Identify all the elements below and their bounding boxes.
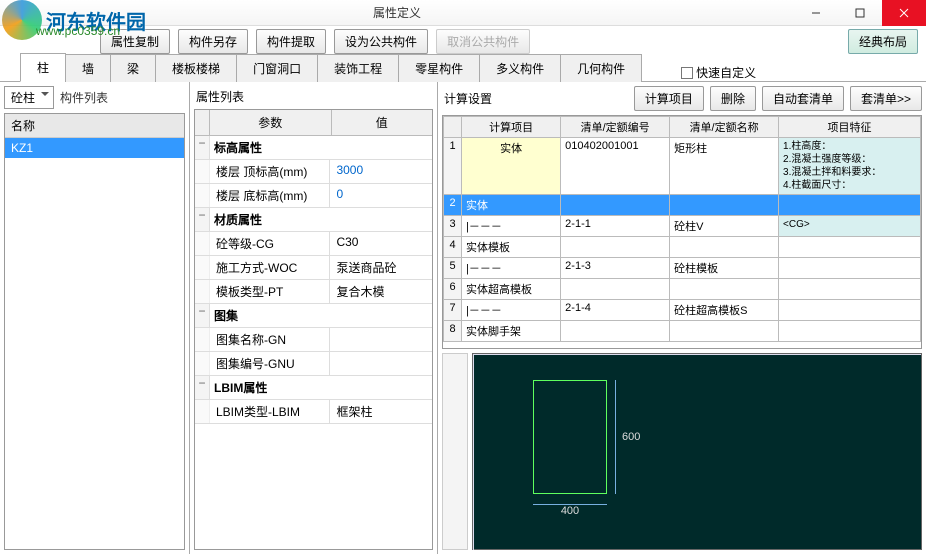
tab-0[interactable]: 柱 <box>20 53 66 82</box>
property-group[interactable]: −图集 <box>195 304 432 328</box>
collapse-icon[interactable]: − <box>195 376 210 399</box>
table-row[interactable]: 1实体010402001001矩形柱1.柱高度： 2.混凝土强度等级： 3.混凝… <box>444 138 921 195</box>
tab-1[interactable]: 墙 <box>65 54 111 82</box>
dimension-width: 400 <box>533 504 607 517</box>
component-list[interactable]: 名称 KZ1 <box>4 113 185 550</box>
auto-bill-button[interactable]: 自动套清单 <box>762 86 844 111</box>
property-row[interactable]: 图集编号-GNU <box>195 352 432 376</box>
tab-2[interactable]: 梁 <box>110 54 156 82</box>
close-button[interactable] <box>882 0 926 26</box>
property-group[interactable]: −材质属性 <box>195 208 432 232</box>
section-rect <box>533 380 607 494</box>
dimension-height: 600 <box>615 380 640 494</box>
table-row[interactable]: 7|－－－2-1-4砼柱超高模板S <box>444 300 921 321</box>
property-panel: 属性列表 参数 值 −标高属性楼层 顶标高(mm)3000楼层 底标高(mm)0… <box>190 82 438 554</box>
property-row[interactable]: 模板类型-PT复合木模 <box>195 280 432 304</box>
tab-bar: 柱墙梁楼板楼梯门窗洞口装饰工程零星构件多义构件几何构件 快速自定义 <box>0 56 926 82</box>
list-item[interactable]: KZ1 <box>5 138 184 158</box>
toolbar: 属性复制 构件另存 构件提取 设为公共构件 取消公共构件 经典布局 <box>0 26 926 56</box>
property-row[interactable]: 楼层 顶标高(mm)3000 <box>195 160 432 184</box>
tab-6[interactable]: 零星构件 <box>398 54 480 82</box>
column-header[interactable]: 项目特征 <box>779 117 921 138</box>
property-grid[interactable]: 参数 值 −标高属性楼层 顶标高(mm)3000楼层 底标高(mm)0−材质属性… <box>194 109 433 550</box>
property-row[interactable]: LBIM类型-LBIM框架柱 <box>195 400 432 424</box>
table-row[interactable]: 2实体 <box>444 195 921 216</box>
collapse-icon[interactable]: − <box>195 136 210 159</box>
tab-8[interactable]: 几何构件 <box>560 54 642 82</box>
tab-3[interactable]: 楼板楼梯 <box>155 54 237 82</box>
property-group[interactable]: −标高属性 <box>195 136 432 160</box>
minimize-button[interactable] <box>794 0 838 26</box>
table-row[interactable]: 8实体脚手架 <box>444 321 921 342</box>
title-bar: 属性定义 <box>0 0 926 26</box>
bill-button[interactable]: 套清单>> <box>850 86 922 111</box>
property-row[interactable]: 图集名称-GN <box>195 328 432 352</box>
property-row[interactable]: 施工方式-WOC泵送商品砼 <box>195 256 432 280</box>
component-type-combo[interactable]: 砼柱 <box>4 86 54 109</box>
tab-7[interactable]: 多义构件 <box>479 54 561 82</box>
table-row[interactable]: 5|－－－2-1-3砼柱模板 <box>444 258 921 279</box>
list-header: 名称 <box>5 114 184 138</box>
tab-5[interactable]: 装饰工程 <box>317 54 399 82</box>
maximize-button[interactable] <box>838 0 882 26</box>
quick-custom-label: 快速自定义 <box>696 64 756 81</box>
set-public-button[interactable]: 设为公共构件 <box>334 29 428 54</box>
column-header[interactable]: 计算项目 <box>462 117 561 138</box>
extract-component-button[interactable]: 构件提取 <box>256 29 326 54</box>
table-row[interactable]: 3|－－－2-1-1砼柱V<CG> <box>444 216 921 237</box>
calc-grid[interactable]: 计算项目清单/定额编号清单/定额名称项目特征 1实体010402001001矩形… <box>442 115 922 349</box>
window-title: 属性定义 <box>0 4 794 21</box>
column-header[interactable]: 清单/定额名称 <box>670 117 779 138</box>
calc-item-button[interactable]: 计算项目 <box>634 86 704 111</box>
component-list-label: 构件列表 <box>60 89 108 106</box>
right-panel: 计算设置 计算项目 删除 自动套清单 套清单>> 计算项目清单/定额编号清单/定… <box>438 82 926 554</box>
column-header[interactable] <box>444 117 462 138</box>
property-row[interactable]: 楼层 底标高(mm)0 <box>195 184 432 208</box>
save-component-button[interactable]: 构件另存 <box>178 29 248 54</box>
preview-toolbar[interactable] <box>442 353 468 550</box>
table-row[interactable]: 6实体超高模板 <box>444 279 921 300</box>
preview-canvas[interactable]: 400 600 <box>472 353 922 550</box>
copy-attr-button[interactable]: 属性复制 <box>100 29 170 54</box>
classic-layout-button[interactable]: 经典布局 <box>848 29 918 54</box>
tab-4[interactable]: 门窗洞口 <box>236 54 318 82</box>
collapse-icon[interactable]: − <box>195 208 210 231</box>
collapse-icon[interactable]: − <box>195 304 210 327</box>
property-title: 属性列表 <box>194 86 433 109</box>
column-header[interactable]: 清单/定额编号 <box>561 117 670 138</box>
table-row[interactable]: 4实体模板 <box>444 237 921 258</box>
delete-button[interactable]: 删除 <box>710 86 756 111</box>
calc-title: 计算设置 <box>442 90 628 107</box>
left-panel: 砼柱 构件列表 名称 KZ1 <box>0 82 190 554</box>
cancel-public-button: 取消公共构件 <box>436 29 530 54</box>
property-grid-header: 参数 值 <box>195 110 432 136</box>
quick-custom-checkbox[interactable]: 快速自定义 <box>681 64 756 81</box>
property-row[interactable]: 砼等级-CGC30 <box>195 232 432 256</box>
checkbox-icon <box>681 67 693 79</box>
property-group[interactable]: −LBIM属性 <box>195 376 432 400</box>
